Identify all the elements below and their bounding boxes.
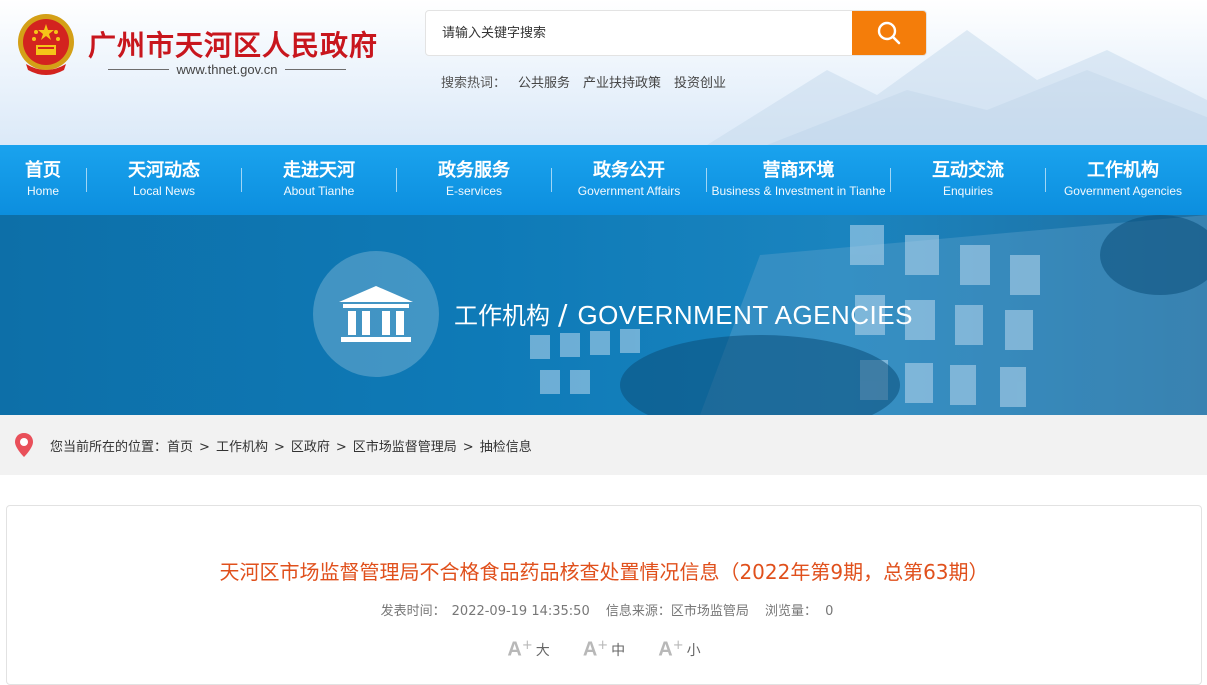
- nav-item-label: 政务服务: [438, 160, 510, 181]
- nav-item-business-environment[interactable]: 营商环境 Business & Investment in Tianhe: [707, 145, 890, 215]
- nav-item-enquiries[interactable]: 互动交流 Enquiries: [891, 145, 1045, 215]
- divider: [108, 68, 169, 70]
- banner-title-en: GOVERNMENT AGENCIES: [577, 300, 913, 330]
- divider: [285, 68, 347, 70]
- hot-word-link[interactable]: 投资创业: [674, 76, 726, 91]
- nav-item-sublabel: E-services: [445, 184, 502, 198]
- nav-item-sublabel: Government Affairs: [577, 184, 681, 198]
- nav-item-about-tianhe[interactable]: 走进天河 About Tianhe: [242, 145, 396, 215]
- breadcrumb-link-agencies[interactable]: 工作机构: [216, 440, 268, 455]
- font-size-glyph: A: [507, 638, 522, 661]
- breadcrumb: 您当前所在的位置：首页 > 工作机构 > 区政府 > 区市场监督管理局 > 抽检信息: [50, 436, 532, 455]
- article-meta: 发表时间： 2022-09-19 14:35:50 信息来源：区市场监管局 浏览量…: [7, 600, 1201, 619]
- site-url: www.thnet.gov.cn: [176, 61, 278, 77]
- hot-words-label: 搜索热词：: [441, 76, 507, 91]
- font-size-plus: +: [597, 638, 609, 653]
- font-size-glyph: A: [582, 638, 598, 661]
- breadcrumb-link-home[interactable]: 首页: [167, 440, 193, 455]
- banner-title: 工作机构 / GOVERNMENT AGENCIES: [454, 299, 913, 332]
- nav-item-label: 天河动态: [128, 160, 200, 181]
- nav-item-sublabel: About Tianhe: [283, 184, 355, 198]
- nav-item-label: 政务公开: [593, 160, 665, 181]
- nav-item-government-agencies[interactable]: 工作机构 Government Agencies: [1046, 145, 1200, 215]
- view-count-label: 浏览量：: [765, 604, 818, 619]
- font-size-large-button[interactable]: A+ 大: [507, 638, 549, 661]
- nav-item-label: 营商环境: [762, 160, 835, 181]
- nav-item-label: 工作机构: [1087, 160, 1159, 181]
- info-source: 信息来源：区市场监管局: [606, 604, 749, 619]
- info-source-label: 信息来源：: [605, 604, 671, 619]
- main-nav: 首页 Home 天河动态 Local News 走进天河 About Tianh…: [0, 145, 1207, 215]
- font-size-medium-button[interactable]: A+ 中: [583, 638, 625, 661]
- nav-item-government-affairs[interactable]: 政务公开 Government Affairs: [552, 145, 706, 215]
- location-pin-icon: [15, 433, 33, 457]
- breadcrumb-separator: >: [273, 439, 285, 455]
- search-icon: [877, 21, 901, 45]
- breadcrumb-link-inspection-info[interactable]: 抽检信息: [480, 440, 532, 455]
- banner-title-slash: /: [558, 298, 568, 331]
- font-size-label: 大: [535, 643, 550, 660]
- nav-item-home[interactable]: 首页 Home: [0, 145, 86, 215]
- view-count-value: 0: [825, 604, 834, 619]
- font-size-label: 小: [686, 643, 701, 660]
- nav-item-sublabel: Business & Investment in Tianhe: [711, 184, 886, 198]
- nav-item-sublabel: Government Agencies: [1063, 184, 1183, 198]
- breadcrumb-bar: 您当前所在的位置：首页 > 工作机构 > 区政府 > 区市场监督管理局 > 抽检信息: [0, 415, 1207, 475]
- info-source-value: 区市场监管局: [670, 604, 749, 619]
- nav-item-local-news[interactable]: 天河动态 Local News: [87, 145, 241, 215]
- font-size-plus: +: [672, 638, 684, 653]
- site-header: 广州市天河区人民政府 www.thnet.gov.cn 搜索热词：公共服务产业扶…: [0, 0, 1207, 145]
- section-banner: 工作机构 / GOVERNMENT AGENCIES: [0, 215, 1207, 415]
- nav-item-sublabel: Enquiries: [942, 184, 994, 198]
- hot-word-link[interactable]: 公共服务: [518, 76, 570, 91]
- article-panel: 天河区市场监督管理局不合格食品药品核查处置情况信息（2022年第9期，总第63期…: [6, 505, 1202, 685]
- search-input[interactable]: [426, 11, 852, 55]
- breadcrumb-separator: >: [199, 439, 210, 455]
- font-size-plus: +: [521, 638, 533, 653]
- nav-item-sublabel: Home: [26, 184, 59, 198]
- font-size-glyph: A: [658, 638, 673, 661]
- article-title: 天河区市场监督管理局不合格食品药品核查处置情况信息（2022年第9期，总第63期…: [219, 560, 989, 584]
- font-size-label: 中: [611, 643, 626, 660]
- font-size-small-button[interactable]: A+ 小: [658, 638, 700, 661]
- breadcrumb-link-market-supervision[interactable]: 区市场监督管理局: [353, 440, 457, 455]
- breadcrumb-separator: >: [335, 439, 347, 455]
- site-url-row: www.thnet.gov.cn: [108, 58, 347, 80]
- banner-icon-badge: [313, 251, 439, 377]
- national-emblem-icon: [18, 14, 74, 75]
- breadcrumb-separator: >: [462, 439, 474, 455]
- font-size-controls: A+ 大 A+ 中 A+ 小: [7, 638, 1201, 661]
- breadcrumb-link-district-government[interactable]: 区政府: [291, 440, 330, 455]
- publish-time-label: 发表时间：: [380, 604, 446, 619]
- publish-time-value: 2022-09-19 14:35:50: [451, 604, 590, 619]
- nav-item-label: 首页: [25, 160, 61, 181]
- hot-word-link[interactable]: 产业扶持政策: [583, 76, 661, 91]
- nav-item-label: 走进天河: [283, 160, 355, 181]
- government-building-icon: [339, 286, 413, 342]
- publish-time: 发表时间： 2022-09-19 14:35:50: [375, 604, 590, 619]
- search-box: [425, 10, 927, 56]
- nav-item-e-services[interactable]: 政务服务 E-services: [397, 145, 551, 215]
- breadcrumb-label: 您当前所在的位置：: [50, 439, 168, 455]
- nav-item-sublabel: Local News: [132, 184, 196, 198]
- hot-words: 搜索热词： 公共服务 产业扶持政策 投资创业: [441, 72, 739, 91]
- nav-item-label: 互动交流: [932, 160, 1004, 181]
- banner-title-zh: 工作机构: [454, 302, 550, 330]
- view-count: 浏览量： 0: [765, 604, 833, 619]
- search-button[interactable]: [852, 11, 926, 55]
